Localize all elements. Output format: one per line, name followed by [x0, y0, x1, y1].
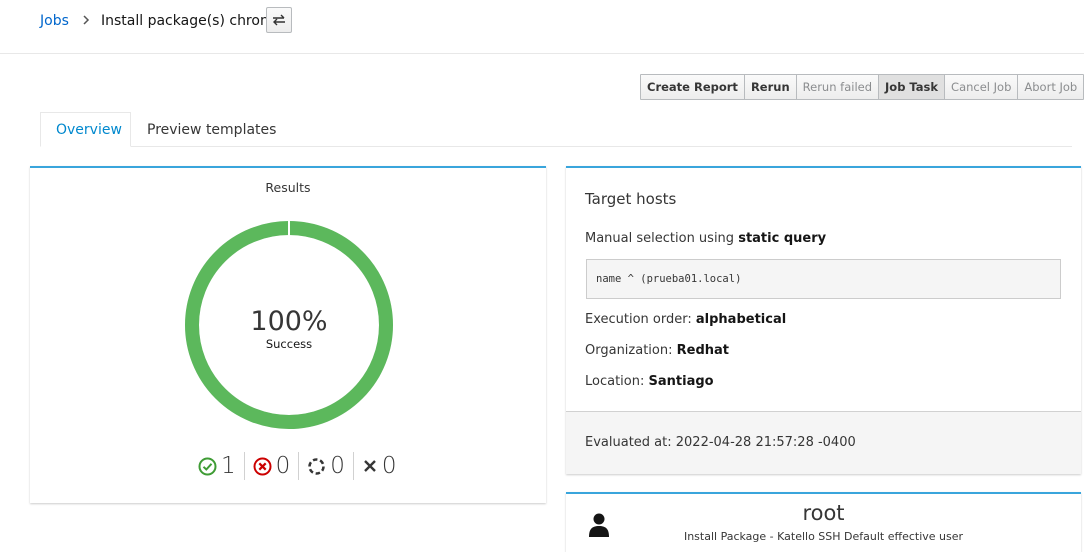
breadcrumb-bar: Jobs Install package(s) chrony — [0, 0, 1084, 54]
switch-arrows-icon — [273, 14, 285, 26]
results-counts: 1 0 0 0 — [190, 452, 405, 480]
rerun-button[interactable]: Rerun — [745, 75, 797, 99]
rerun-failed-button[interactable]: Rerun failed — [797, 75, 880, 99]
results-title: Results — [265, 180, 311, 195]
donut-status-label: Success — [265, 337, 313, 351]
evaluated-value: 2022-04-28 21:57:28 -0400 — [675, 435, 856, 450]
pending-count[interactable]: 0 — [299, 452, 354, 480]
effective-user-card: root Install Package - Katello SSH Defau… — [566, 492, 1081, 552]
search-query-box: name ^ (prueba01.local) — [586, 259, 1061, 299]
effective-user-name: root — [802, 501, 845, 525]
switcher-button[interactable] — [266, 7, 292, 33]
spinner-icon — [308, 457, 326, 475]
execution-order-label: Execution order: — [585, 312, 692, 327]
cancelled-count[interactable]: 0 — [354, 452, 405, 480]
selection-method-value: static query — [738, 231, 827, 246]
create-report-button[interactable]: Create Report — [641, 75, 745, 99]
execution-order-value: alphabetical — [695, 312, 787, 327]
close-icon — [364, 460, 376, 472]
evaluated-at: Evaluated at: 2022-04-28 21:57:28 -0400 — [585, 435, 856, 450]
tab-preview-templates[interactable]: Preview templates — [131, 112, 292, 147]
location: Location: Santiago — [585, 374, 714, 389]
chevron-right-icon — [83, 15, 90, 25]
target-hosts-card: Target hosts Manual selection using stat… — [566, 166, 1081, 474]
check-circle-icon — [198, 457, 217, 475]
organization-label: Organization: — [585, 343, 673, 358]
target-hosts-title: Target hosts — [585, 190, 677, 208]
cancelled-count-value: 0 — [381, 453, 397, 479]
selection-method: Manual selection using static query — [585, 231, 826, 246]
organization: Organization: Redhat — [585, 343, 729, 358]
pending-count-value: 0 — [330, 453, 345, 479]
success-count-value: 1 — [221, 453, 236, 479]
job-actions-toolbar: Create Report Rerun Rerun failed Job Tas… — [640, 74, 1084, 100]
organization-value: Redhat — [676, 343, 730, 358]
abort-job-button[interactable]: Abort Job — [1018, 75, 1083, 99]
failed-count[interactable]: 0 — [245, 452, 300, 480]
effective-user-description: Install Package - Katello SSH Default ef… — [683, 530, 964, 543]
donut-percentage: 100% — [250, 306, 328, 337]
failed-count-value: 0 — [275, 453, 291, 479]
error-circle-icon — [253, 457, 272, 475]
tab-bar: Overview Preview templates — [40, 112, 1072, 147]
selection-prefix: Manual selection using — [585, 231, 735, 246]
breadcrumb-jobs-link[interactable]: Jobs — [40, 12, 69, 30]
results-card: Results 100% Success 1 0 0 0 — [30, 166, 546, 503]
tab-overview[interactable]: Overview — [40, 112, 131, 147]
breadcrumb-current: Install package(s) chrony — [101, 13, 278, 29]
execution-order: Execution order: alphabetical — [585, 312, 786, 327]
success-count[interactable]: 1 — [190, 452, 245, 480]
location-label: Location: — [585, 374, 645, 389]
evaluated-footer: Evaluated at: 2022-04-28 21:57:28 -0400 — [566, 411, 1081, 474]
evaluated-label: Evaluated at: — [585, 435, 672, 450]
location-value: Santiago — [648, 374, 714, 389]
cancel-job-button[interactable]: Cancel Job — [945, 75, 1019, 99]
job-task-button[interactable]: Job Task — [879, 75, 946, 99]
